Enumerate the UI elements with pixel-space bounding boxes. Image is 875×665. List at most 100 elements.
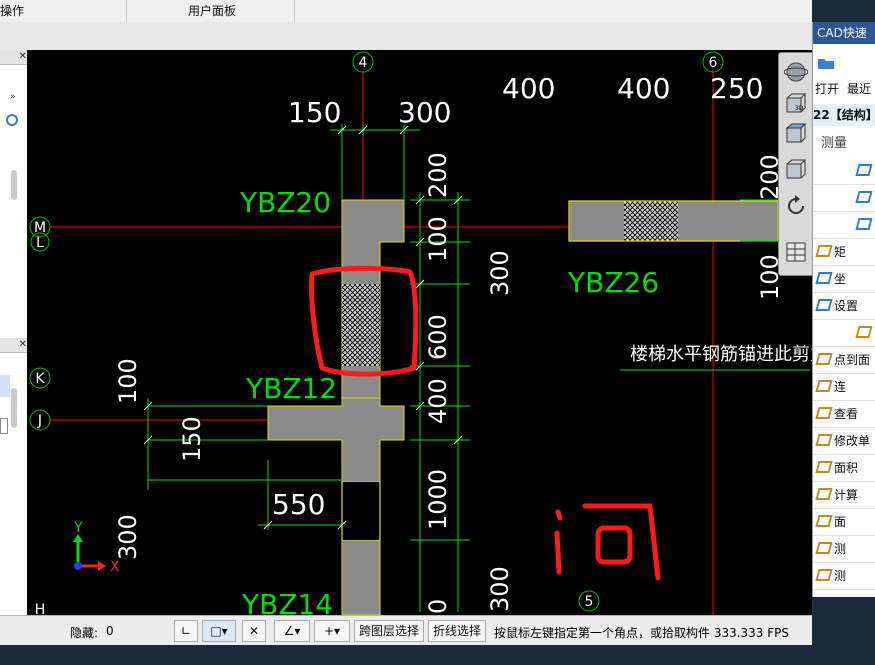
dim-400-b: 400 — [617, 72, 670, 105]
selected-row[interactable] — [0, 375, 10, 397]
settings-icon — [815, 299, 833, 311]
layout-icon[interactable] — [783, 239, 809, 265]
cad-tool-9[interactable]: 查看 — [813, 401, 875, 428]
structure-selector[interactable]: 22【结构】 — [813, 104, 875, 126]
cad-tool-8[interactable]: 连 — [813, 374, 875, 401]
axis-label-L: L — [36, 235, 44, 251]
polyline-select-button[interactable]: 折线选择 — [428, 620, 486, 642]
cad-tool-12[interactable]: 计算 — [813, 482, 875, 509]
label-ybz26: YBZ26 — [567, 266, 659, 299]
svg-text:3D: 3D — [795, 105, 804, 112]
status-bar: 隐藏: 0 ∟ □▾ ✕ ∠▾ +▾ 跨图层选择 折线选择 按鼠标左键指定第一个… — [0, 615, 812, 646]
point-icon — [815, 353, 833, 365]
dim-550: 550 — [272, 488, 325, 521]
dim-300-bottom: 300 — [486, 566, 514, 612]
checkbox[interactable] — [0, 418, 8, 434]
wall-gap — [343, 482, 379, 540]
snap-icon[interactable]: +▾ — [314, 620, 350, 642]
menu-separator — [126, 0, 127, 22]
cad-tool-label: 点到面 — [834, 353, 871, 367]
measure-label: 测量 — [821, 136, 848, 151]
dimension-icon — [855, 164, 873, 176]
cad-tool-label: 矩 — [834, 245, 847, 259]
connect-icon — [815, 380, 833, 392]
search-icon[interactable] — [6, 114, 18, 126]
cad-tool-label: 测 — [834, 569, 847, 583]
hatched-column-2 — [624, 201, 678, 241]
rectangle-icon — [815, 245, 833, 257]
axis-label-top-6: 6 — [709, 55, 718, 71]
dim-300-left: 300 — [114, 514, 142, 560]
menu-user-panel[interactable]: 用户面板 — [188, 0, 236, 22]
cad-tool-label: 测 — [834, 542, 847, 556]
orbit-icon[interactable] — [783, 59, 809, 85]
angle-icon[interactable]: ∠▾ — [274, 620, 310, 642]
open-button[interactable]: 打开 — [815, 80, 839, 97]
arc-icon — [855, 326, 873, 338]
cross-icon[interactable]: ✕ — [242, 620, 266, 642]
cad-quick-panel: CAD快速 打开 最近 22【结构】 测量 矩坐设置 点到面连查看 修改单 面积 计算面… — [812, 22, 875, 597]
axis-label-K: K — [35, 371, 45, 387]
hidden-count-label: 隐藏: — [70, 626, 99, 640]
cad-tool-2[interactable] — [813, 212, 875, 239]
expand-icon[interactable]: » — [10, 92, 16, 102]
measure-icon — [815, 542, 833, 554]
dim-100-left: 100 — [114, 358, 142, 404]
cad-tool-3[interactable]: 矩 — [813, 239, 875, 266]
dim-600: 600 — [424, 314, 452, 360]
cad-drawing-canvas[interactable]: 4 6 M L K J H 4 5 — [27, 50, 812, 615]
select-box-icon[interactable]: □▾ — [202, 620, 236, 642]
cad-tool-15[interactable]: 测 — [813, 563, 875, 590]
cad-tool-14[interactable]: 测 — [813, 536, 875, 563]
cad-tool-label: 计算 — [834, 488, 859, 502]
cad-tool-label: 查看 — [834, 407, 859, 421]
dim-100-a: 100 — [424, 216, 452, 262]
rotate-icon[interactable] — [783, 193, 809, 219]
cad-tool-13[interactable]: 面 — [813, 509, 875, 536]
dim-0-bottom: 0 — [424, 599, 452, 614]
top-view-icon[interactable] — [783, 121, 809, 147]
open-folder-icon[interactable] — [817, 56, 835, 73]
stair-note-text: 楼梯水平钢筋锚进此剪力墙_ — [630, 344, 812, 365]
linear-dim-icon — [855, 191, 873, 203]
scrollbar-thumb[interactable] — [11, 170, 17, 200]
ucs-x-label: X — [110, 559, 120, 575]
cross-layer-select-button[interactable]: 跨图层选择 — [354, 620, 424, 642]
cad-tool-label: 面积 — [834, 461, 859, 475]
label-ybz12: YBZ12 — [245, 372, 337, 405]
menu-operate[interactable]: 操作 — [0, 0, 24, 22]
area-icon — [815, 461, 833, 473]
command-prompt: 按鼠标左键指定第一个角点，或拾取构件 333.333 FPS — [494, 626, 790, 640]
panel-close-icon[interactable]: ✕ — [0, 50, 27, 65]
cad-tool-4[interactable]: 坐 — [813, 266, 875, 293]
view-icon — [815, 407, 833, 419]
ucs-y-label: Y — [73, 520, 83, 536]
axis-label-bottom-5: 5 — [585, 594, 594, 610]
dim-300-b: 300 — [486, 250, 514, 296]
cad-tool-10[interactable]: 修改单 — [813, 428, 875, 455]
dim-1000: 1000 — [424, 469, 452, 530]
dim-400-c: 400 — [424, 378, 452, 424]
cad-tool-0[interactable] — [813, 158, 875, 185]
menu-separator — [294, 0, 295, 22]
cad-tool-5[interactable]: 设置 — [813, 293, 875, 320]
recent-button[interactable]: 最近 — [847, 80, 871, 97]
cad-tool-11[interactable]: 面积 — [813, 455, 875, 482]
hidden-count-value: 0 — [106, 624, 114, 638]
scrollbar-thumb-2[interactable] — [11, 388, 17, 428]
ortho-icon[interactable]: ∟ — [174, 620, 198, 642]
calc-icon — [815, 488, 833, 500]
cad-tool-label: 修改单 — [834, 434, 871, 448]
3d-view-icon[interactable]: 3D — [783, 91, 809, 117]
cad-tool-label: 连 — [834, 380, 847, 394]
front-view-icon[interactable] — [783, 157, 809, 183]
dim-150: 150 — [288, 96, 341, 129]
panel-close-icon-2[interactable]: ✕ — [0, 338, 27, 353]
measure2-icon — [815, 569, 833, 581]
axis-label-top-4: 4 — [359, 55, 368, 71]
dim-200-a: 200 — [424, 152, 452, 198]
cad-tool-7[interactable]: 点到面 — [813, 347, 875, 374]
taskbar-strip — [0, 645, 875, 665]
cad-tool-6[interactable] — [813, 320, 875, 347]
cad-tool-1[interactable] — [813, 185, 875, 212]
